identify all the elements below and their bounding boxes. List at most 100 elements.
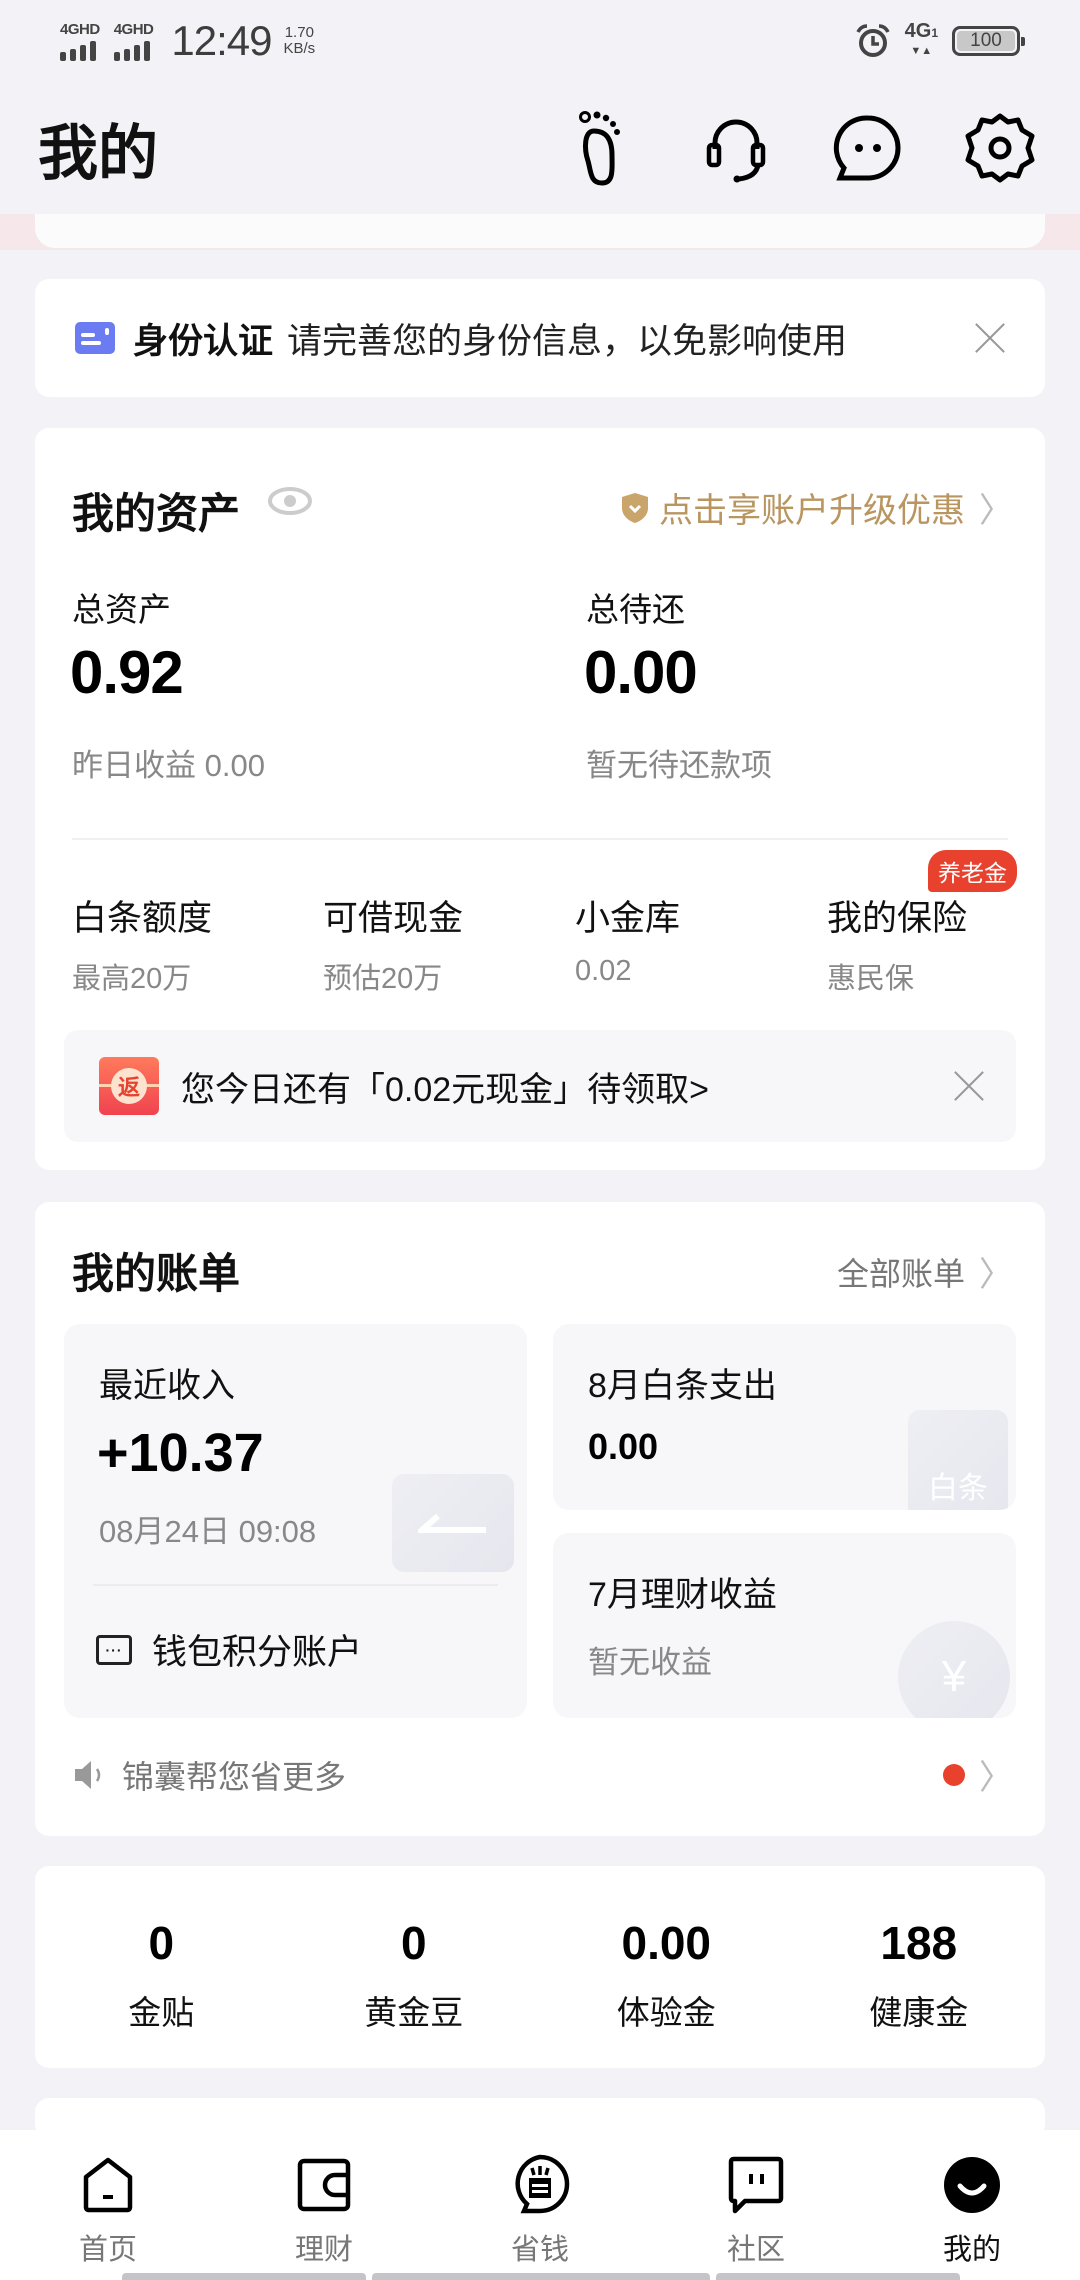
reward-value: 0 bbox=[148, 1917, 175, 1969]
reward-value: 0 bbox=[400, 1917, 427, 1969]
network-type: 4G bbox=[904, 20, 932, 42]
recent-income-value: +10.37 bbox=[97, 1423, 264, 1483]
finance-label: 7月理财收益 bbox=[588, 1576, 777, 1614]
income-arrow-icon bbox=[392, 1474, 514, 1572]
tab-profile[interactable]: 我的 bbox=[864, 2130, 1080, 2280]
identity-verification-banner[interactable]: 身份认证 请完善您的身份信息，以免影响使用 bbox=[35, 279, 1045, 397]
all-bills-link[interactable]: 全部账单 〉 bbox=[837, 1247, 1013, 1296]
footprint-button[interactable] bbox=[564, 108, 644, 188]
asset-item-baitiao[interactable]: 白条额度 最高20万 bbox=[72, 890, 322, 997]
total-assets-value[interactable]: 0.92 bbox=[70, 638, 184, 707]
speed-unit: KB/s bbox=[283, 40, 316, 57]
reward-label: 体验金 bbox=[616, 1994, 716, 2031]
tab-home[interactable]: 首页 bbox=[0, 2130, 216, 2280]
all-bills-text: 全部账单 bbox=[836, 1255, 965, 1292]
asset-item-title: 我的保险 bbox=[827, 899, 968, 938]
asset-item-cash-loan[interactable]: 可借现金 预估20万 bbox=[323, 890, 573, 997]
signal-icon: 4GHD bbox=[113, 20, 154, 61]
my-assets-card: 我的资产 点击享账户升级优惠 〉 总资产 0.92 昨日收益 0.00 总待还 … bbox=[35, 428, 1045, 1170]
cashback-icon: 返 bbox=[99, 1057, 159, 1115]
asset-item-sub: 0.02 bbox=[575, 955, 632, 987]
message-icon bbox=[833, 115, 901, 181]
customer-service-icon bbox=[706, 119, 766, 183]
tab-save-money[interactable]: 省钱 bbox=[432, 2130, 648, 2280]
asset-item-vault[interactable]: 小金库 0.02 bbox=[575, 890, 825, 988]
battery-level: 100 bbox=[957, 30, 1015, 51]
reward-item-gold-beans[interactable]: 0 黄金豆 bbox=[288, 1866, 541, 2068]
asset-item-sub: 最高20万 bbox=[72, 963, 192, 995]
notification-dot bbox=[943, 1763, 965, 1786]
network-sim: 1 bbox=[931, 26, 938, 40]
identity-description: 请完善您的身份信息，以免影响使用 bbox=[287, 321, 848, 361]
reward-item-gold-subsidy[interactable]: 0 金贴 bbox=[35, 1866, 288, 2068]
upgrade-offer-link[interactable]: 点击享账户升级优惠 〉 bbox=[621, 483, 1013, 532]
tab-label: 省钱 bbox=[510, 2234, 569, 2266]
battery-icon: 100 bbox=[952, 26, 1025, 56]
bottom-tab-bar: 首页 理财 省钱 社区 我的 bbox=[0, 2130, 1080, 2280]
reward-label: 健康金 bbox=[869, 1994, 969, 2031]
wallet-points-text: 钱包积分账户 bbox=[152, 1633, 363, 1672]
recent-income-time: 08月24日 09:08 bbox=[99, 1514, 317, 1549]
footprint-icon bbox=[579, 111, 620, 186]
close-icon[interactable] bbox=[973, 321, 1007, 355]
total-assets-label: 总资产 bbox=[72, 591, 171, 628]
chevron-right-icon: 〉 bbox=[979, 1759, 1013, 1797]
wallet-icon bbox=[297, 2158, 351, 2212]
yuan-icon: ¥ bbox=[898, 1621, 1010, 1718]
tips-text: 锦囊帮您省更多 bbox=[122, 1758, 347, 1795]
tab-community[interactable]: 社区 bbox=[648, 2130, 864, 2280]
baitiao-deco-icon: 白条 bbox=[908, 1410, 1008, 1510]
tab-finance[interactable]: 理财 bbox=[216, 2130, 432, 2280]
chevron-right-icon: 〉 bbox=[979, 1256, 1013, 1294]
reward-value: 188 bbox=[880, 1917, 958, 1969]
signal-icon: 4GHD bbox=[60, 22, 100, 61]
sim1-label: 4GHD bbox=[60, 20, 100, 38]
asset-item-insurance[interactable]: 我的保险 惠民保 bbox=[827, 890, 1077, 997]
recent-income-tile[interactable]: 最近收入 +10.37 08月24日 09:08 ··· 钱包积分账户 bbox=[64, 1324, 527, 1718]
reward-item-trial-fund[interactable]: 0.00 体验金 bbox=[540, 1866, 793, 2068]
rewards-card: 0 金贴 0 黄金豆 0.00 体验金 188 健康金 bbox=[35, 1866, 1045, 2068]
cash-reward-banner[interactable]: 返 您今日还有「0.02元现金」待领取> bbox=[64, 1030, 1016, 1142]
identity-title: 身份认证 bbox=[133, 321, 274, 361]
profile-icon bbox=[944, 2157, 1000, 2213]
clock: 12:49 bbox=[171, 17, 272, 64]
sim2-label: 4GHD bbox=[113, 20, 154, 38]
asset-item-title: 白条额度 bbox=[72, 899, 213, 938]
no-due-text: 暂无待还款项 bbox=[586, 748, 772, 783]
customer-service-button[interactable] bbox=[696, 108, 776, 188]
asset-item-title: 可借现金 bbox=[323, 899, 464, 938]
tab-label: 我的 bbox=[942, 2234, 1001, 2266]
chevron-right-icon: 〉 bbox=[979, 492, 1013, 530]
baitiao-spending-tile[interactable]: 8月白条支出 0.00 白条 bbox=[553, 1324, 1016, 1510]
id-card-icon bbox=[75, 322, 115, 354]
total-due-label: 总待还 bbox=[586, 591, 685, 628]
assets-title: 我的资产 bbox=[72, 490, 241, 537]
wallet-points-link[interactable]: ··· 钱包积分账户 bbox=[96, 1624, 362, 1675]
divider bbox=[72, 838, 1008, 840]
reward-label: 黄金豆 bbox=[364, 1994, 464, 2031]
tab-label: 首页 bbox=[78, 2234, 137, 2266]
network-speed: 1.70 KB/s bbox=[283, 25, 315, 57]
yesterday-earnings: 昨日收益 0.00 bbox=[72, 748, 265, 783]
finance-earnings-tile[interactable]: 7月理财收益 暂无收益 ¥ bbox=[553, 1533, 1016, 1718]
wallet-points-icon: ··· bbox=[96, 1634, 132, 1665]
tips-row[interactable]: 锦囊帮您省更多 〉 bbox=[72, 1750, 1013, 1799]
asset-item-sub: 预估20万 bbox=[323, 963, 443, 995]
eye-icon[interactable] bbox=[267, 486, 313, 516]
upgrade-offer-text: 点击享账户升级优惠 bbox=[659, 492, 965, 530]
pension-badge: 养老金 bbox=[928, 850, 1017, 892]
settings-button[interactable] bbox=[960, 108, 1040, 188]
finance-sub: 暂无收益 bbox=[588, 1645, 712, 1680]
speaker-icon bbox=[75, 1760, 101, 1789]
asset-item-title: 小金库 bbox=[575, 899, 681, 938]
gesture-bar bbox=[122, 2273, 366, 2280]
message-button[interactable] bbox=[828, 108, 908, 188]
divider bbox=[93, 1584, 498, 1586]
close-icon[interactable] bbox=[952, 1069, 986, 1103]
asset-item-sub: 惠民保 bbox=[827, 963, 915, 995]
reward-value: 0.00 bbox=[621, 1917, 712, 1969]
total-due-value[interactable]: 0.00 bbox=[584, 638, 698, 707]
cash-reward-text: 您今日还有「0.02元现金」待领取> bbox=[181, 1070, 710, 1109]
my-bills-card: 我的账单 全部账单 〉 最近收入 +10.37 08月24日 09:08 ···… bbox=[35, 1202, 1045, 1836]
reward-item-health-fund[interactable]: 188 健康金 bbox=[793, 1866, 1046, 2068]
